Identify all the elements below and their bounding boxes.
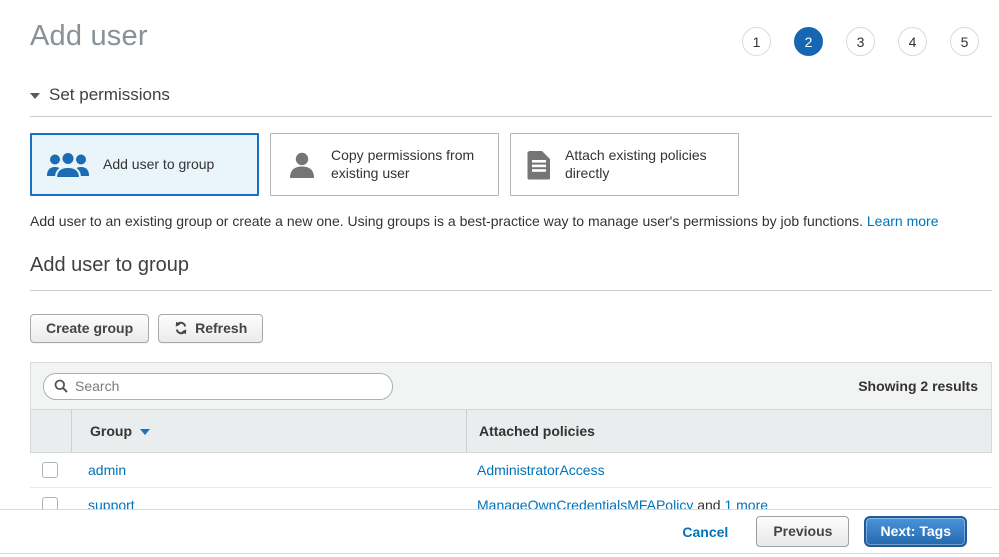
refresh-button[interactable]: Refresh <box>158 314 263 343</box>
create-group-label: Create group <box>46 320 133 336</box>
card-attach-policies[interactable]: Attach existing policies directly <box>510 133 739 196</box>
card-copy-permissions[interactable]: Copy permissions from existing user <box>270 133 499 196</box>
permission-option-cards: Add user to group Copy permissions from … <box>30 133 992 196</box>
step-indicator-1: 1 <box>742 27 771 56</box>
policy-document-icon <box>526 150 552 180</box>
section-description: Add user to an existing group or create … <box>30 213 992 229</box>
step-indicator-2: 2 <box>794 27 823 56</box>
row-checkbox[interactable] <box>42 462 58 478</box>
search-box[interactable] <box>43 373 393 400</box>
group-column-label: Group <box>90 423 132 439</box>
card-label: Attach existing policies directly <box>565 147 725 182</box>
learn-more-link[interactable]: Learn more <box>867 213 939 229</box>
table-toolbar: Showing 2 results <box>30 362 992 409</box>
column-header-attached-policies: Attached policies <box>466 410 991 452</box>
refresh-icon <box>174 321 188 335</box>
table-header-row: Group Attached policies <box>30 409 992 453</box>
header-checkbox-cell <box>31 410 71 452</box>
user-icon <box>286 150 318 180</box>
refresh-label: Refresh <box>195 320 247 336</box>
group-section-title: Add user to group <box>30 254 992 291</box>
table-row-admin: admin AdministratorAccess <box>30 453 992 488</box>
policy-link[interactable]: AdministratorAccess <box>477 462 605 478</box>
previous-button[interactable]: Previous <box>756 516 849 547</box>
wizard-header: Add user 1 2 3 4 5 <box>30 0 992 56</box>
step-indicator-4: 4 <box>898 27 927 56</box>
sort-descending-icon <box>140 429 150 435</box>
policies-column-label: Attached policies <box>479 423 595 439</box>
card-label: Add user to group <box>103 156 214 174</box>
user-group-icon <box>46 150 90 180</box>
results-summary: Showing 2 results <box>858 378 978 394</box>
search-input[interactable] <box>75 378 382 394</box>
search-icon <box>54 379 68 393</box>
card-add-user-to-group[interactable]: Add user to group <box>30 133 259 196</box>
description-text: Add user to an existing group or create … <box>30 213 867 229</box>
card-label: Copy permissions from existing user <box>331 147 491 182</box>
page-title: Add user <box>30 20 148 53</box>
wizard-step-indicators: 1 2 3 4 5 <box>742 27 979 56</box>
collapse-triangle-icon <box>30 93 40 99</box>
groups-table: Showing 2 results Group Attached policie… <box>30 362 992 523</box>
cancel-link[interactable]: Cancel <box>682 524 728 540</box>
section-title: Set permissions <box>49 85 170 105</box>
create-group-button[interactable]: Create group <box>30 314 149 343</box>
set-permissions-section-header[interactable]: Set permissions <box>30 85 992 117</box>
step-indicator-5: 5 <box>950 27 979 56</box>
next-tags-button[interactable]: Next: Tags <box>864 516 967 547</box>
step-indicator-3: 3 <box>846 27 875 56</box>
group-actions: Create group Refresh <box>30 314 992 343</box>
wizard-footer: Cancel Previous Next: Tags <box>0 509 999 554</box>
column-header-group[interactable]: Group <box>71 410 466 452</box>
group-name-link[interactable]: admin <box>88 462 126 478</box>
